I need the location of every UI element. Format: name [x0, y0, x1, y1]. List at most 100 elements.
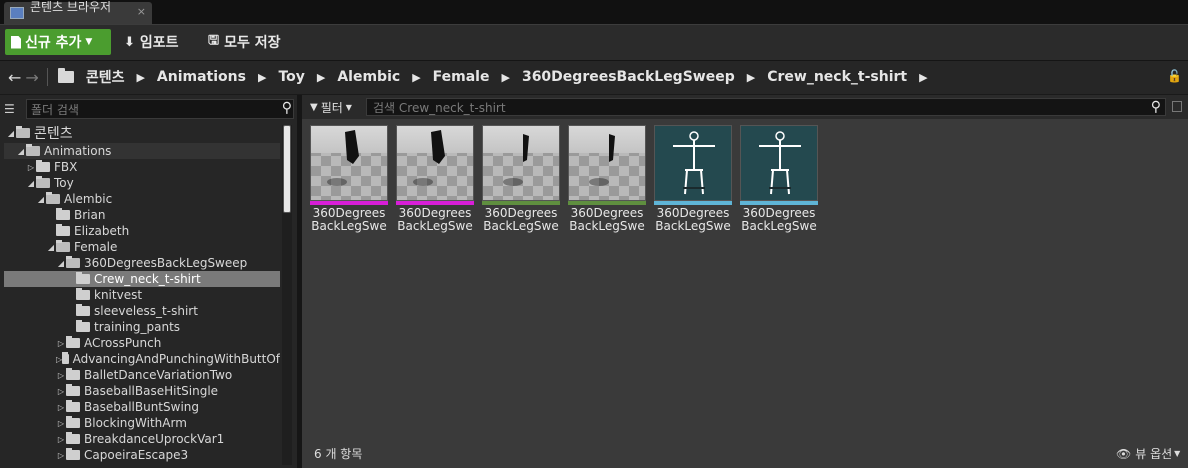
asset-type-color-bar — [482, 201, 560, 205]
collapsed-arrow-icon[interactable]: ▷ — [56, 403, 66, 412]
breadcrumb-item[interactable]: Toy — [278, 69, 304, 85]
folder-icon — [56, 224, 70, 236]
asset-tile[interactable]: 360DegreesBackLegSweep00050_00070 — [396, 125, 474, 233]
tree-item-label: BlockingWithArm — [84, 416, 187, 430]
asset-name: 360DegreesBackLegSweep00050_00070 — [396, 207, 474, 233]
asset-type-color-bar — [568, 201, 646, 205]
asset-name-line: BackLegSweep — [483, 219, 559, 234]
view-options-button[interactable]: 👁 뷰 옵션 ▼ — [1116, 445, 1180, 462]
collapsed-arrow-icon[interactable]: ▷ — [56, 371, 66, 380]
asset-tile[interactable]: 360DegreesBackLegSweepAnimation — [482, 125, 560, 233]
collapsed-arrow-icon[interactable]: ▷ — [56, 419, 66, 428]
tree-item-label: Elizabeth — [74, 224, 130, 238]
tree-item[interactable]: ▷ BaseballBuntSwing — [4, 399, 280, 415]
asset-name: 360DegreesBackLegSweepSkeleton — [740, 207, 818, 233]
filter-button[interactable]: ▼ 필터 ▼ — [310, 99, 352, 115]
folder-icon — [36, 176, 50, 188]
tree-item[interactable]: ◢ Female — [4, 239, 280, 255]
tree-scrollbar[interactable] — [282, 125, 292, 465]
tree-item-label: Crew_neck_t-shirt — [94, 272, 201, 286]
breadcrumb-item[interactable]: Alembic — [337, 69, 400, 85]
folder-search-input[interactable]: 폴더 검색 — [26, 99, 294, 119]
tree-item[interactable]: knitvest — [4, 287, 280, 303]
collapsed-arrow-icon[interactable]: ▷ — [56, 451, 66, 460]
tree-options-icon[interactable]: ☰ — [4, 102, 26, 116]
asset-search-input[interactable]: 검색 Crew_neck_t-shirt ⚲ — [366, 98, 1166, 116]
asset-tile[interactable]: 360DegreesBackLegSweep00000_00049 — [310, 125, 388, 233]
tree-item[interactable]: ◢ Alembic — [4, 191, 280, 207]
tree-item[interactable]: ▷ BlockingWithArm — [4, 415, 280, 431]
breadcrumb-separator-icon[interactable]: ▶ — [412, 71, 420, 84]
breadcrumb-item[interactable]: 360DegreesBackLegSweep — [522, 69, 735, 85]
breadcrumb-separator-icon[interactable]: ▶ — [258, 71, 266, 84]
tree-item[interactable]: ▷ BreakdanceUprockVar1 — [4, 431, 280, 447]
collapsed-arrow-icon[interactable]: ▷ — [56, 387, 66, 396]
breadcrumb-item[interactable]: Animations — [157, 69, 246, 85]
tree-item[interactable]: ▷ FBX — [4, 159, 280, 175]
breadcrumb-item[interactable]: Female — [433, 69, 490, 85]
expanded-arrow-icon[interactable]: ◢ — [6, 129, 16, 138]
tree-item-label: Animations — [44, 144, 112, 158]
close-tab-icon[interactable]: × — [137, 5, 146, 18]
folder-icon — [66, 400, 80, 412]
save-search-icon[interactable] — [1172, 101, 1182, 112]
save-all-button[interactable]: 🖫 모두 저장 — [208, 29, 280, 55]
asset-name: 360DegreesBackLegSweepAnimation — [482, 207, 560, 233]
asset-tile[interactable]: 360DegreesBackLegSweepSkeleton — [654, 125, 732, 233]
tree-item-label: BreakdanceUprockVar1 — [84, 432, 225, 446]
breadcrumb-separator-icon[interactable]: ▶ — [317, 71, 325, 84]
lock-icon[interactable]: 🔓 — [1167, 69, 1182, 83]
tree-item[interactable]: ◢ Animations — [4, 143, 280, 159]
expanded-arrow-icon[interactable]: ◢ — [26, 179, 36, 188]
breadcrumb-separator-icon[interactable]: ▶ — [501, 71, 509, 84]
tree-item[interactable]: Elizabeth — [4, 223, 280, 239]
add-new-button[interactable]: 신규 추가 ▼ — [5, 29, 111, 55]
breadcrumb-item[interactable]: 콘텐츠 — [86, 67, 125, 87]
asset-tile[interactable]: 360DegreesBackLegSweepAnimation — [568, 125, 646, 233]
expanded-arrow-icon[interactable]: ◢ — [36, 195, 46, 204]
folder-icon — [16, 126, 30, 138]
folder-icon — [66, 336, 80, 348]
breadcrumb-separator-icon[interactable]: ▶ — [919, 71, 927, 84]
tree-item[interactable]: sleeveless_t-shirt — [4, 303, 280, 319]
search-icon[interactable]: ⚲ — [282, 100, 292, 116]
asset-tile[interactable]: 360DegreesBackLegSweepSkeleton — [740, 125, 818, 233]
asset-thumbnail — [740, 125, 818, 201]
tree-item[interactable]: ◢ Toy — [4, 175, 280, 191]
tree-item[interactable]: ▷ AdvancingAndPunchingWithButtOf — [4, 351, 280, 367]
forward-arrow-icon[interactable]: → — [25, 68, 38, 87]
breadcrumb-separator-icon[interactable]: ▶ — [747, 71, 755, 84]
asset-name: 360DegreesBackLegSweepSkeleton — [654, 207, 732, 233]
item-count: 6 개 항목 — [314, 447, 363, 461]
tree-item[interactable]: ◢ 360DegreesBackLegSweep — [4, 255, 280, 271]
breadcrumb: ← → 콘텐츠 ▶ Animations ▶ Toy ▶ Alembic ▶ Female ▶ 36… — [8, 61, 934, 93]
tree-item[interactable]: training_pants — [4, 319, 280, 335]
sleeve-mesh-icon — [413, 130, 445, 186]
folder-icon — [76, 288, 90, 300]
expanded-arrow-icon[interactable]: ◢ — [16, 147, 26, 156]
toolbar: 신규 추가 ▼ ⬇ 임포트 🖫 모두 저장 — [0, 24, 1188, 60]
collapsed-arrow-icon[interactable]: ▷ — [56, 339, 66, 348]
content-browser-tab[interactable]: 콘텐츠 브라우저 × — [4, 1, 152, 24]
expanded-arrow-icon[interactable]: ◢ — [56, 259, 66, 268]
tree-item[interactable]: Brian — [4, 207, 280, 223]
tree-item[interactable]: ▷ BalletDanceVariationTwo — [4, 367, 280, 383]
breadcrumb-item[interactable]: Crew_neck_t-shirt — [767, 69, 907, 85]
expanded-arrow-icon[interactable]: ◢ — [46, 243, 56, 252]
collapsed-arrow-icon[interactable]: ▷ — [26, 163, 36, 172]
tree-item[interactable]: ▷ BaseballBaseHitSingle — [4, 383, 280, 399]
tree-item[interactable]: ▷ ACrossPunch — [4, 335, 280, 351]
asset-thumbnail — [654, 125, 732, 201]
tree-item[interactable]: Crew_neck_t-shirt — [4, 271, 280, 287]
tree-item-label: sleeveless_t-shirt — [94, 304, 198, 318]
import-button[interactable]: ⬇ 임포트 — [124, 29, 179, 55]
tree-item[interactable]: ▷ CapoeiraEscape3 — [4, 447, 280, 463]
tree-item[interactable]: ◢ 콘텐츠 — [4, 123, 280, 143]
search-icon[interactable]: ⚲ — [1151, 99, 1161, 115]
back-arrow-icon[interactable]: ← — [8, 68, 21, 87]
tree-item-label: training_pants — [94, 320, 181, 334]
collapsed-arrow-icon[interactable]: ▷ — [56, 435, 66, 444]
breadcrumb-separator-icon[interactable]: ▶ — [136, 71, 144, 84]
folder-icon — [66, 432, 80, 444]
tree-scrollbar-thumb[interactable] — [283, 125, 291, 213]
